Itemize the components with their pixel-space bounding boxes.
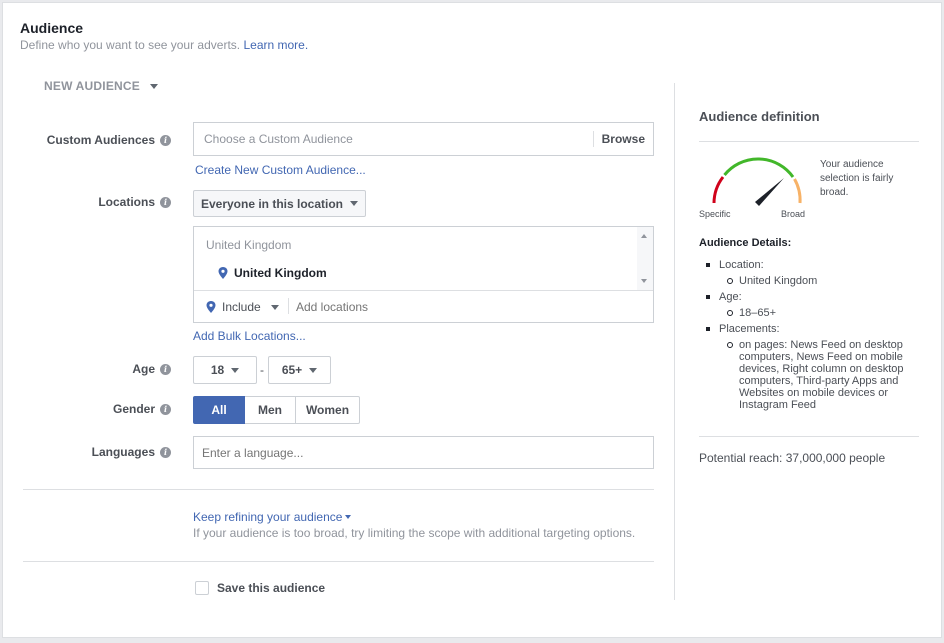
location-group-header: United Kingdom <box>206 238 292 252</box>
gender-label-text: Gender <box>112 402 155 416</box>
locations-scrollbar[interactable] <box>637 227 653 290</box>
info-icon[interactable]: i <box>160 196 171 208</box>
bullet <box>706 327 710 331</box>
save-audience-label: Save this audience <box>217 581 326 595</box>
custom-audiences-label-text: Custom Audiences <box>46 133 155 147</box>
add-locations-input[interactable] <box>296 293 636 321</box>
list-item: Age: <box>706 291 921 303</box>
gender-toggle: All Men Women <box>193 396 360 424</box>
language-input[interactable] <box>193 436 654 469</box>
info-icon[interactable]: i <box>160 363 171 375</box>
subtitle-text: Define who you want to see your adverts. <box>20 38 241 52</box>
save-audience-checkbox[interactable]: Save this audience <box>195 581 325 595</box>
age-min-value: 18 <box>210 363 225 377</box>
locations-box: United Kingdom United Kingdom Include <box>193 226 654 323</box>
gender-option-all[interactable]: All <box>193 396 245 424</box>
info-icon[interactable]: i <box>160 134 171 146</box>
selected-location-name: United Kingdom <box>234 266 327 280</box>
age-detail-value: 18–65+ <box>739 307 777 319</box>
gauge-broad-label: Broad <box>781 209 806 219</box>
divider <box>23 561 654 562</box>
learn-more-link[interactable]: Learn more. <box>243 38 308 52</box>
list-item: on pages: News Feed on desktop computers… <box>706 339 921 411</box>
selected-location[interactable]: United Kingdom <box>218 266 327 280</box>
info-icon[interactable]: i <box>160 446 171 458</box>
chevron-down-icon <box>149 83 158 89</box>
new-audience-label: NEW AUDIENCE <box>44 79 140 93</box>
add-bulk-locations-link[interactable]: Add Bulk Locations... <box>193 329 306 343</box>
include-dropdown[interactable]: Include <box>206 300 279 314</box>
location-pin-icon <box>206 301 216 313</box>
custom-audience-input[interactable]: Choose a Custom Audience Browse <box>193 122 654 156</box>
potential-reach: Potential reach: 37,000,000 people <box>699 451 886 465</box>
location-label: Location: <box>719 259 764 271</box>
gender-label: Gender i <box>11 402 171 416</box>
placements-value: on pages: News Feed on desktop computers… <box>739 339 904 411</box>
section-subtitle: Define who you want to see your adverts.… <box>20 38 308 52</box>
divider <box>194 290 653 291</box>
chevron-down-icon <box>231 367 240 373</box>
age-min-dropdown[interactable]: 18 <box>193 356 257 384</box>
age-separator: - <box>260 363 264 377</box>
bullet <box>727 310 733 316</box>
list-item: Placements: <box>706 323 921 335</box>
divider <box>699 436 919 437</box>
bullet <box>727 278 733 284</box>
location-type-dropdown[interactable]: Everyone in this location <box>193 190 366 217</box>
locations-label: Locations i <box>11 195 171 209</box>
bullet <box>706 295 710 299</box>
scroll-down-icon[interactable] <box>641 279 647 283</box>
include-label: Include <box>222 300 261 314</box>
custom-audiences-label: Custom Audiences i <box>11 133 171 147</box>
chevron-down-icon <box>309 367 318 373</box>
location-type-value: Everyone in this location <box>200 196 344 211</box>
audience-panel: Audience Define who you want to see your… <box>2 2 942 638</box>
bullet <box>706 263 710 267</box>
new-audience-dropdown[interactable]: NEW AUDIENCE <box>44 79 158 93</box>
age-label-text: Age <box>132 362 155 376</box>
age-label: Age i <box>11 362 171 376</box>
audience-definition-title: Audience definition <box>699 109 820 124</box>
chevron-down-icon <box>345 515 352 519</box>
bullet <box>727 342 733 348</box>
age-max-dropdown[interactable]: 65+ <box>268 356 331 384</box>
age-max-value: 65+ <box>281 363 303 377</box>
browse-button[interactable]: Browse <box>592 131 653 147</box>
audience-gauge <box>712 157 802 206</box>
chevron-down-icon <box>350 201 359 206</box>
locations-label-text: Locations <box>98 195 155 209</box>
list-item: Location: <box>706 259 921 271</box>
audience-details-list: Location: United Kingdom Age: 18–65+ Pla… <box>706 259 921 411</box>
location-value: United Kingdom <box>739 275 818 287</box>
list-item: United Kingdom <box>706 275 921 287</box>
gauge-description: Your audience selection is fairly broad. <box>820 159 894 198</box>
chevron-down-icon <box>270 304 279 310</box>
refine-hint: If your audience is too broad, try limit… <box>193 526 636 540</box>
location-pin-icon <box>218 267 228 279</box>
section-title: Audience <box>20 20 84 36</box>
keep-refining-text: Keep refining your audience <box>193 510 343 524</box>
placements-label: Placements: <box>719 323 780 335</box>
gauge-needle <box>755 178 784 206</box>
locations-list: United Kingdom United Kingdom <box>194 227 637 290</box>
list-item: 18–65+ <box>706 307 921 319</box>
divider <box>23 489 654 490</box>
gender-option-women[interactable]: Women <box>296 396 360 424</box>
gender-option-men[interactable]: Men <box>245 396 296 424</box>
gauge-specific-label: Specific <box>699 209 731 219</box>
divider <box>699 141 919 142</box>
checkbox[interactable] <box>195 581 209 595</box>
languages-label: Languages i <box>11 445 171 459</box>
divider <box>288 298 289 314</box>
custom-audience-placeholder: Choose a Custom Audience <box>204 132 353 146</box>
scroll-up-icon[interactable] <box>641 234 647 238</box>
vertical-divider <box>674 83 675 600</box>
keep-refining-link[interactable]: Keep refining your audience <box>193 510 352 524</box>
create-custom-audience-link[interactable]: Create New Custom Audience... <box>195 163 366 177</box>
age-detail-label: Age: <box>719 291 742 303</box>
info-icon[interactable]: i <box>160 403 171 415</box>
audience-details-title: Audience Details: <box>699 237 792 249</box>
languages-label-text: Languages <box>91 445 155 459</box>
